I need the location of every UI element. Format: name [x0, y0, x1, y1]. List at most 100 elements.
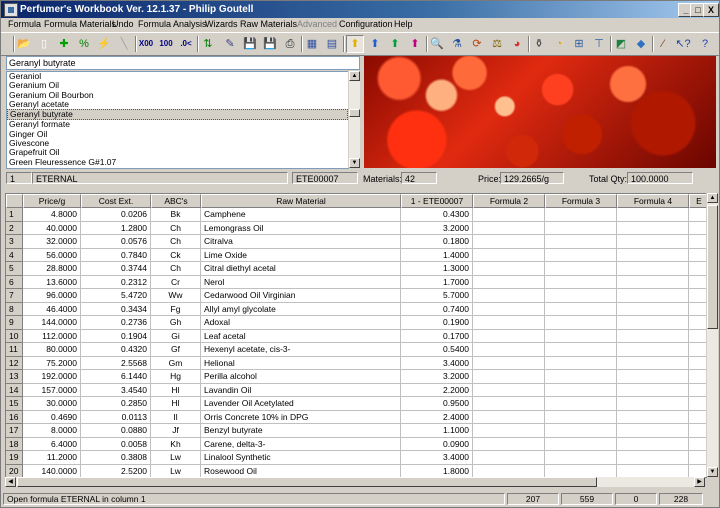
cell-material[interactable]: Benzyl butyrate [201, 424, 401, 438]
cell-qty[interactable]: 1.3000 [401, 262, 473, 276]
empty-cell[interactable] [617, 235, 689, 249]
column-header[interactable]: Raw Material [201, 194, 401, 208]
cell-abc[interactable]: Hl [151, 383, 201, 397]
empty-cell[interactable] [617, 329, 689, 343]
print-icon[interactable]: ⎙ [282, 36, 298, 52]
cell-cost[interactable]: 0.2850 [81, 397, 151, 411]
cell-qty[interactable]: 3.4000 [401, 451, 473, 465]
edit-icon[interactable]: ✎ [222, 36, 238, 52]
cell-abc[interactable]: Gi [151, 329, 201, 343]
cell-material[interactable]: Citral diethyl acetal [201, 262, 401, 276]
save-icon[interactable]: 💾 [242, 36, 258, 52]
flask-icon[interactable]: ⚗ [449, 36, 465, 52]
empty-cell[interactable] [545, 383, 617, 397]
hierarchy-icon[interactable]: ⊤ [591, 36, 607, 52]
grid-horizontal-scrollbar[interactable]: ◀ ▶ [5, 477, 705, 487]
cell-qty[interactable]: 1.1000 [401, 424, 473, 438]
empty-cell[interactable] [473, 248, 545, 262]
grid-vertical-scrollbar[interactable]: ▲ ▼ [706, 193, 718, 477]
material-list[interactable]: Geraniol Geranium Oil Geranium Oil Bourbon… [6, 71, 349, 169]
list-item[interactable]: Griseby [7, 166, 348, 168]
x00-icon[interactable]: X00 [138, 36, 154, 52]
empty-cell[interactable] [617, 464, 689, 477]
table-row[interactable]: 8 46.4000 0.3434 Fg Allyl amyl glycolate 0.74… [6, 302, 706, 316]
empty-cell[interactable] [689, 424, 706, 438]
table-row[interactable]: 19 11.2000 0.3808 Lw Linalool Synthetic 3.400… [6, 451, 706, 465]
menu-help[interactable]: Help [394, 19, 413, 29]
grid-hscroll-thumb[interactable] [17, 477, 597, 487]
refresh-icon[interactable]: ⟳ [469, 36, 485, 52]
chart-icon[interactable]: ◩ [613, 36, 629, 52]
empty-cell[interactable] [689, 465, 706, 478]
empty-cell[interactable] [689, 316, 706, 330]
menu-undo[interactable]: Undo [112, 19, 134, 29]
cell-abc[interactable]: Bk [151, 208, 201, 222]
column-header[interactable]: Cost Ext. [81, 194, 151, 208]
cell-abc[interactable]: Jf [151, 424, 201, 438]
cell-price[interactable]: 192.0000 [23, 370, 81, 384]
column-header[interactable]: Formula 4 [617, 194, 689, 208]
material-list-scrollbar[interactable]: ▲ ▼ [348, 71, 360, 168]
table-row[interactable]: 6 13.6000 0.2312 Cr Nerol 1.7000 [6, 275, 706, 289]
cell-abc[interactable]: Ch [151, 221, 201, 235]
list-icon[interactable]: ▤ [324, 36, 340, 52]
empty-cell[interactable] [473, 302, 545, 316]
cell-qty[interactable]: 0.5400 [401, 343, 473, 357]
empty-cell[interactable] [473, 275, 545, 289]
empty-cell[interactable] [689, 303, 706, 316]
cell-qty[interactable]: 2.2000 [401, 383, 473, 397]
scroll-down-button[interactable]: ▼ [349, 158, 360, 168]
empty-cell[interactable] [545, 221, 617, 235]
cell-qty[interactable]: 1.8000 [401, 464, 473, 477]
table-row[interactable]: 17 8.0000 0.0880 Jf Benzyl butyrate 1.1000 [6, 424, 706, 438]
context-help-icon[interactable]: ↖? [675, 36, 691, 52]
pipette-icon[interactable]: ⁄ [655, 36, 671, 52]
cell-qty[interactable]: 3.2000 [401, 370, 473, 384]
table-row[interactable]: 9 144.0000 0.2736 Gh Adoxal 0.1900 [6, 316, 706, 330]
cell-abc[interactable]: Ch [151, 262, 201, 276]
scale-icon[interactable]: ⚖ [489, 36, 505, 52]
cell-material[interactable]: Lemongrass Oil [201, 221, 401, 235]
cell-price[interactable]: 13.6000 [23, 275, 81, 289]
arrow-up-magenta-icon[interactable]: ⬆ [407, 36, 423, 52]
open-folder-icon[interactable]: 📂 [16, 36, 32, 52]
empty-cell[interactable] [617, 424, 689, 438]
empty-cell[interactable] [689, 235, 706, 249]
empty-cell[interactable] [473, 424, 545, 438]
sort-arrows-icon[interactable]: ⇅ [200, 36, 216, 52]
empty-cell[interactable] [473, 235, 545, 249]
arrow-up-blue-icon[interactable]: ⬆ [367, 36, 383, 52]
cell-material[interactable]: Allyl amyl glycolate [201, 302, 401, 316]
empty-cell[interactable] [689, 276, 706, 289]
cell-qty[interactable]: 0.1900 [401, 316, 473, 330]
cell-abc[interactable]: Hg [151, 370, 201, 384]
magic-wand-icon[interactable]: ⚡ [96, 36, 112, 52]
table-row[interactable]: 11 80.0000 0.4320 Gf Hexenyl acetate, cis-3-… [6, 343, 706, 357]
column-header[interactable]: Formula 2 [473, 194, 545, 208]
help-icon[interactable]: ? [697, 36, 713, 52]
close-button[interactable]: X [703, 3, 719, 17]
cell-material[interactable]: Linalool Synthetic [201, 451, 401, 465]
table-row[interactable]: 10 112.0000 0.1904 Gi Leaf acetal 0.1700 [6, 329, 706, 343]
cell-abc[interactable]: Il [151, 410, 201, 424]
column-header[interactable]: E [689, 194, 706, 208]
empty-cell[interactable] [545, 370, 617, 384]
table-row[interactable]: 12 75.2000 2.5568 Gm Helional 3.4000 [6, 356, 706, 370]
cell-qty[interactable]: 0.4300 [401, 208, 473, 222]
column-header[interactable]: ABC's [151, 194, 201, 208]
cell-cost[interactable]: 0.1904 [81, 329, 151, 343]
empty-cell[interactable] [617, 302, 689, 316]
empty-cell[interactable] [545, 235, 617, 249]
cell-price[interactable]: 0.4690 [23, 410, 81, 424]
empty-cell[interactable] [617, 262, 689, 276]
empty-cell[interactable] [689, 357, 706, 370]
tree-icon[interactable]: ⊞ [571, 36, 587, 52]
empty-cell[interactable] [617, 356, 689, 370]
cell-qty[interactable]: 0.1700 [401, 329, 473, 343]
cell-material[interactable]: Carene, delta-3- [201, 437, 401, 451]
empty-cell[interactable] [545, 451, 617, 465]
cell-material[interactable]: Citralva [201, 235, 401, 249]
cell-cost[interactable]: 0.0058 [81, 437, 151, 451]
cell-abc[interactable]: Gf [151, 343, 201, 357]
cell-cost[interactable]: 6.1440 [81, 370, 151, 384]
